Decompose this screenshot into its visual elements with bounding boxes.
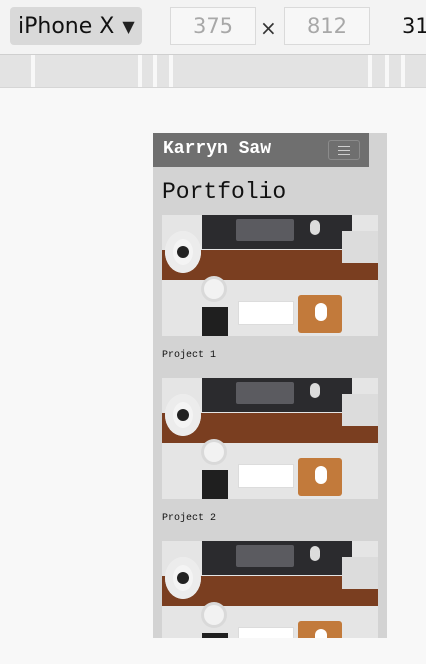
media-query-ruler	[0, 55, 426, 88]
tablet-shape	[202, 633, 228, 638]
keyboard-shape	[238, 627, 294, 638]
keyboard-shape	[238, 301, 294, 325]
speaker-shape	[165, 394, 201, 436]
tablet-shape	[202, 470, 228, 499]
device-viewport: Karryn Saw Portfolio Project 1 Project 2	[153, 133, 387, 638]
mouse-shape	[310, 383, 320, 398]
menu-toggle-button[interactable]	[328, 140, 360, 160]
height-input[interactable]: 812	[284, 7, 370, 45]
project-card[interactable]	[162, 541, 378, 638]
mouse-shape	[310, 220, 320, 235]
zoom-value[interactable]: 31	[402, 14, 426, 38]
times-symbol: ×	[260, 16, 277, 40]
ruler-divider	[153, 55, 157, 87]
mouse-shape	[315, 303, 327, 321]
speaker-shape	[165, 231, 201, 273]
device-select[interactable]: iPhone X ▼	[10, 7, 142, 45]
project-card[interactable]: Project 1	[162, 215, 378, 361]
mouse-shape	[315, 629, 327, 638]
ruler-divider	[368, 55, 372, 87]
project-caption[interactable]: Project 2	[162, 513, 378, 524]
coffee-cup-shape	[204, 605, 224, 625]
keyboard-shape	[236, 545, 294, 567]
keyboard-shape	[238, 464, 294, 488]
speaker-shape	[342, 231, 378, 263]
project-image[interactable]	[162, 378, 378, 499]
mouse-shape	[315, 466, 327, 484]
speaker-shape	[342, 557, 378, 589]
width-input[interactable]: 375	[170, 7, 256, 45]
project-image[interactable]	[162, 541, 378, 638]
coffee-cup-shape	[204, 279, 224, 299]
keyboard-shape	[236, 382, 294, 404]
ruler-divider	[385, 55, 389, 87]
mouse-shape	[310, 546, 320, 561]
keyboard-shape	[236, 219, 294, 241]
coffee-cup-shape	[204, 442, 224, 462]
project-caption[interactable]: Project 1	[162, 350, 378, 361]
tablet-shape	[202, 307, 228, 336]
speaker-shape	[342, 394, 378, 426]
project-card[interactable]: Project 2	[162, 378, 378, 524]
speaker-shape	[165, 557, 201, 599]
project-image[interactable]	[162, 215, 378, 336]
page-title: Portfolio	[162, 179, 287, 205]
device-toolbar: iPhone X ▼ 375 × 812 31	[0, 0, 426, 55]
ruler-divider	[31, 55, 35, 87]
ruler-divider	[169, 55, 173, 87]
device-name: iPhone X	[18, 13, 115, 39]
hamburger-menu-icon	[338, 145, 350, 155]
ruler-divider	[401, 55, 405, 87]
triangle-down-icon: ▼	[122, 16, 135, 36]
site-brand[interactable]: Karryn Saw	[163, 139, 271, 159]
site-navbar: Karryn Saw	[153, 133, 369, 167]
ruler-divider	[138, 55, 142, 87]
